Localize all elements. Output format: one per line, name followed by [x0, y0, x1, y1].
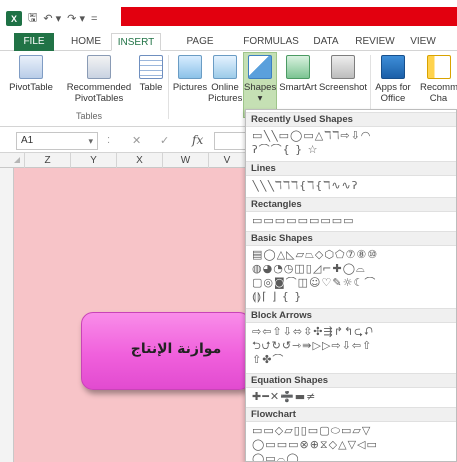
title-bar: X 🖫 ↶ ▾ ↷ ▾ =: [0, 0, 457, 33]
tab-formulas[interactable]: FORMULAS: [240, 33, 302, 51]
online-pictures-icon: [213, 55, 237, 79]
shape-row[interactable]: ◯▭⌓◯: [252, 453, 452, 461]
ribbon-tabs: FILE HOME INSERT PAGE LAYOUT FORMULAS DA…: [0, 33, 457, 65]
pictures-button[interactable]: Pictures: [171, 53, 209, 93]
screenshot-label: Screenshot: [318, 82, 368, 93]
undo-icon[interactable]: ↶ ▾: [43, 12, 61, 25]
title-redaction-bar: [121, 7, 457, 26]
shape-row[interactable]: ◯▭▭▭⊗⊕⧖◇△▽◁▭: [252, 439, 452, 451]
screenshot-icon: [331, 55, 355, 79]
table-button[interactable]: Table: [136, 53, 166, 93]
apps-for-office-icon: [381, 55, 405, 79]
excel-logo-icon: X: [6, 11, 22, 26]
tab-home[interactable]: HOME: [64, 33, 108, 51]
column-header-v[interactable]: V: [208, 153, 245, 168]
select-all-corner[interactable]: [14, 157, 20, 163]
online-pictures-label: Online Pictures: [208, 82, 243, 104]
pivottable-label: PivotTable: [9, 82, 53, 93]
shapes-label: Shapes: [244, 82, 277, 93]
shapes-caret: ▾: [257, 93, 263, 104]
gallery-header-basic-shapes: Basic Shapes: [246, 231, 456, 246]
gallery-header-equation-shapes: Equation Shapes: [246, 373, 456, 388]
recommended-charts-label-2: Cha: [429, 93, 448, 104]
shapes-gallery: Recently Used Shapes ▭╲╲▭◯▭△ℸℸ⇨⇩◠ ʔ⌒⌒{ }…: [245, 109, 457, 462]
rounded-rectangle-shape[interactable]: موازنة الإنتاج: [81, 312, 251, 390]
shape-row[interactable]: ▤◯△◺▱⏢◇⬡⬠⑦⑧⑩: [252, 249, 452, 261]
column-headers: Z Y X W V: [0, 152, 245, 168]
column-header-y[interactable]: Y: [70, 153, 116, 168]
pivottable-icon: [19, 55, 43, 79]
redo-icon[interactable]: ↷ ▾: [67, 12, 85, 25]
shape-row[interactable]: ʔ⌒⌒{ } ☆: [252, 144, 452, 156]
apps-for-office-button[interactable]: Apps for Office: [373, 53, 413, 104]
shape-row[interactable]: ⮌⮍↻↺⇾⇛▷▷⇨⇩⇦⇧: [252, 340, 452, 352]
recommended-charts-label: Recomm: [420, 82, 457, 93]
name-box-value: A1: [21, 135, 34, 146]
gallery-header-recently-used: Recently Used Shapes: [246, 112, 456, 127]
shape-row[interactable]: ◍◕◔◷◫▯◿⌐✚◯⌓: [252, 263, 452, 275]
screenshot-button[interactable]: Screenshot: [318, 53, 368, 93]
shapes-icon: [248, 55, 272, 79]
table-icon: [139, 55, 163, 79]
shape-row[interactable]: ⇧✤⌒: [252, 354, 452, 366]
row-headers: [0, 168, 14, 462]
formula-input[interactable]: [214, 132, 245, 150]
shape-text: موازنة الإنتاج: [130, 341, 222, 357]
customize-qat-icon[interactable]: =: [91, 13, 97, 25]
recommended-pivottables-icon: [87, 55, 111, 79]
tables-group-label: Tables: [76, 111, 103, 121]
cancel-icon[interactable]: ✕: [132, 134, 141, 147]
shape-row[interactable]: ▭╲╲▭◯▭△ℸℸ⇨⇩◠: [252, 130, 452, 142]
pictures-icon: [178, 55, 202, 79]
tab-file[interactable]: FILE: [14, 33, 54, 51]
tab-review[interactable]: REVIEW: [351, 33, 399, 51]
shape-row[interactable]: ⇨⇦⇧⇩⬄⇳✣⇶↱↰⮎⮏: [252, 326, 452, 338]
recommended-pivottables-label: Recommended PivotTables: [66, 82, 132, 104]
pictures-label: Pictures: [172, 82, 208, 93]
recommended-charts-button[interactable]: Recomm Cha: [420, 53, 457, 104]
gallery-header-rectangles: Rectangles: [246, 197, 456, 212]
smartart-button[interactable]: SmartArt: [278, 53, 318, 93]
tab-insert[interactable]: INSERT: [111, 33, 161, 51]
name-box[interactable]: A1 ▾: [16, 132, 98, 150]
save-icon[interactable]: 🖫: [28, 9, 37, 28]
tab-data[interactable]: DATA: [307, 33, 345, 51]
recommended-charts-icon: [426, 55, 451, 79]
enter-icon[interactable]: ✓: [160, 134, 169, 147]
recommended-pivottables-button[interactable]: Recommended PivotTables: [62, 53, 136, 104]
gallery-header-flowchart: Flowchart: [246, 407, 456, 422]
gallery-header-block-arrows: Block Arrows: [246, 308, 456, 323]
formula-separator: :: [107, 134, 111, 146]
apps-for-office-label: Apps for Office: [375, 82, 411, 104]
name-box-caret-icon[interactable]: ▾: [88, 133, 93, 149]
column-header-w[interactable]: W: [162, 153, 208, 168]
column-header-x[interactable]: X: [116, 153, 162, 168]
pivottable-button[interactable]: PivotTable: [2, 53, 60, 93]
gallery-header-lines: Lines: [246, 161, 456, 176]
tab-view[interactable]: VIEW: [404, 33, 442, 51]
smartart-label: SmartArt: [279, 82, 317, 93]
formula-bar: A1 ▾ : ✕ ✓ fx: [0, 130, 245, 152]
online-pictures-button[interactable]: Online Pictures: [208, 53, 242, 104]
shape-row[interactable]: ✚━✕➗▬≠: [252, 391, 452, 403]
group-separator: [168, 55, 169, 119]
smartart-icon: [286, 55, 310, 79]
table-label: Table: [139, 82, 163, 93]
shape-row[interactable]: ▭▭◇▱▯▯▭▢⬭▭▱▽: [252, 425, 452, 437]
tab-page-layout[interactable]: PAGE LAYOUT: [166, 33, 234, 65]
shape-row[interactable]: ▭▭▭▭▭▭▭▭▭: [252, 215, 452, 227]
insert-function-icon[interactable]: fx: [192, 133, 203, 147]
shape-row[interactable]: ▢◎◙⌒◫☺♡✎☼☾⌒: [252, 277, 452, 289]
column-header-z[interactable]: Z: [24, 153, 70, 168]
shape-row[interactable]: ╲╲╲ℸℸℸ{ℸ{ℸ∿∿ʔ: [252, 180, 452, 192]
shape-row[interactable]: ⟬⟭⌈ ⌋ { }: [252, 291, 452, 303]
quick-access-toolbar: X 🖫 ↶ ▾ ↷ ▾ =: [6, 9, 97, 28]
